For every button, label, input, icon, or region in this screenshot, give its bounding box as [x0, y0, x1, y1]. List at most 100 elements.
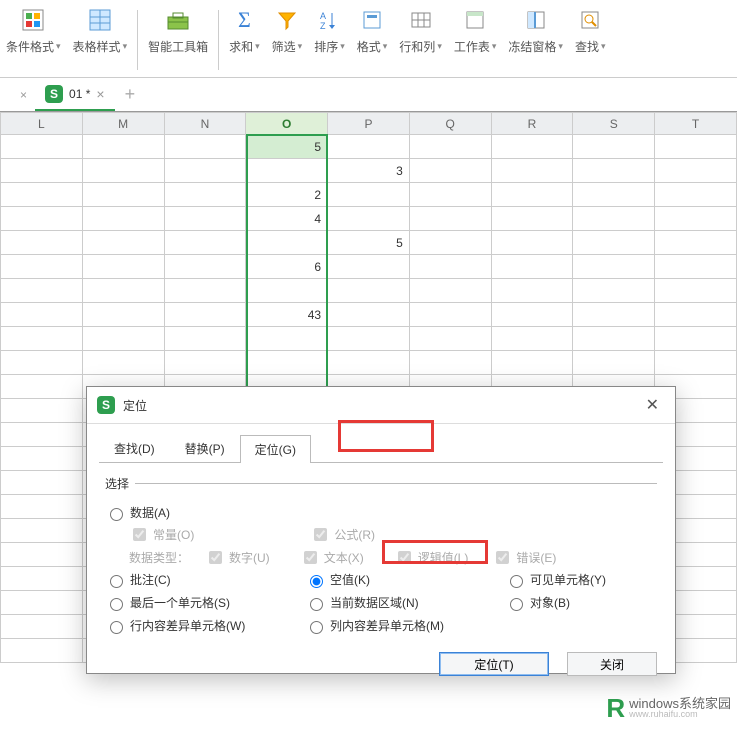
cell[interactable] [1, 255, 83, 279]
column-header[interactable]: N [164, 113, 246, 135]
cell[interactable] [655, 135, 737, 159]
cell[interactable] [573, 159, 655, 183]
cell[interactable] [491, 231, 573, 255]
cell[interactable] [1, 615, 83, 639]
radio-visible[interactable]: 可见单元格(Y) [505, 571, 645, 588]
cell[interactable] [491, 303, 573, 327]
radio-data[interactable]: 数据(A) [105, 504, 170, 521]
column-header[interactable]: P [328, 113, 410, 135]
cell[interactable] [655, 159, 737, 183]
column-header[interactable]: R [491, 113, 573, 135]
radio-blank[interactable]: 空值(K) [305, 571, 505, 588]
cell[interactable] [1, 639, 83, 663]
cell[interactable] [328, 303, 410, 327]
cell[interactable] [164, 255, 246, 279]
cell[interactable] [82, 255, 164, 279]
cell[interactable]: 4 [246, 207, 328, 231]
close-icon[interactable]: ✕ [640, 393, 665, 417]
conditional-format-button[interactable]: 条件格式▾ [0, 6, 67, 71]
radio-comment[interactable]: 批注(C) [105, 571, 305, 588]
radio-last-cell-input[interactable] [110, 598, 123, 611]
cell[interactable] [655, 279, 737, 303]
cell[interactable] [164, 183, 246, 207]
cell[interactable] [1, 135, 83, 159]
cell[interactable] [328, 207, 410, 231]
cell[interactable] [82, 303, 164, 327]
cell[interactable]: 5 [246, 135, 328, 159]
cell[interactable] [164, 303, 246, 327]
cell[interactable] [82, 231, 164, 255]
cell[interactable] [655, 231, 737, 255]
cell[interactable] [1, 471, 83, 495]
freeze-panes-button[interactable]: 冻结窗格▾ [502, 6, 569, 71]
radio-comment-input[interactable] [110, 575, 123, 588]
cell[interactable] [491, 135, 573, 159]
cell[interactable] [491, 255, 573, 279]
cell[interactable] [1, 495, 83, 519]
column-header[interactable]: Q [409, 113, 491, 135]
column-header[interactable]: O [246, 113, 328, 135]
cell[interactable] [1, 207, 83, 231]
cell[interactable] [1, 399, 83, 423]
cell[interactable] [409, 183, 491, 207]
cell[interactable] [573, 351, 655, 375]
cell[interactable] [82, 327, 164, 351]
worksheet-button[interactable]: 工作表▾ [448, 6, 503, 71]
cell[interactable] [409, 135, 491, 159]
cell[interactable] [1, 327, 83, 351]
cell[interactable]: 2 [246, 183, 328, 207]
cell[interactable] [491, 279, 573, 303]
cell[interactable] [655, 327, 737, 351]
tab-replace[interactable]: 替换(P) [170, 434, 240, 462]
cell[interactable] [328, 327, 410, 351]
cell[interactable] [246, 231, 328, 255]
radio-data-input[interactable] [110, 508, 123, 521]
cell[interactable] [82, 207, 164, 231]
cell[interactable] [655, 207, 737, 231]
goto-button[interactable]: 定位(T) [439, 652, 549, 676]
cell[interactable] [246, 279, 328, 303]
cell[interactable] [1, 519, 83, 543]
sum-button[interactable]: Σ 求和▾ [223, 6, 266, 71]
cell[interactable] [655, 183, 737, 207]
cell[interactable] [573, 327, 655, 351]
cell[interactable] [491, 183, 573, 207]
cell[interactable] [328, 351, 410, 375]
cell[interactable] [328, 183, 410, 207]
radio-object-input[interactable] [510, 598, 523, 611]
cell[interactable] [82, 279, 164, 303]
radio-row-diff[interactable]: 行内容差异单元格(W) [105, 617, 305, 634]
cell[interactable] [573, 207, 655, 231]
cell[interactable] [246, 327, 328, 351]
cell[interactable] [246, 159, 328, 183]
tab-goto[interactable]: 定位(G) [240, 435, 311, 463]
cell[interactable] [573, 183, 655, 207]
format-button[interactable]: 格式▾ [351, 6, 394, 71]
cell[interactable] [164, 327, 246, 351]
close-icon[interactable]: × [96, 86, 104, 102]
cell[interactable] [409, 207, 491, 231]
tab-close-prev[interactable]: × [12, 88, 35, 102]
close-button[interactable]: 关闭 [567, 652, 657, 676]
cell[interactable] [1, 543, 83, 567]
cell[interactable]: 3 [328, 159, 410, 183]
table-style-button[interactable]: 表格样式▾ [67, 6, 134, 71]
cell[interactable] [409, 231, 491, 255]
cell[interactable] [573, 279, 655, 303]
cell[interactable] [1, 567, 83, 591]
cell[interactable] [655, 303, 737, 327]
cell[interactable] [409, 279, 491, 303]
cell[interactable] [491, 327, 573, 351]
cell[interactable] [409, 327, 491, 351]
cell[interactable] [82, 135, 164, 159]
cell[interactable] [82, 183, 164, 207]
cell[interactable] [1, 183, 83, 207]
find-button[interactable]: 查找▾ [569, 6, 612, 71]
radio-current-region[interactable]: 当前数据区域(N) [305, 594, 505, 611]
sort-button[interactable]: AZ 排序▾ [308, 6, 351, 71]
radio-current-region-input[interactable] [310, 598, 323, 611]
cell[interactable] [164, 135, 246, 159]
cell[interactable] [409, 303, 491, 327]
cell[interactable] [491, 159, 573, 183]
cell[interactable] [1, 375, 83, 399]
